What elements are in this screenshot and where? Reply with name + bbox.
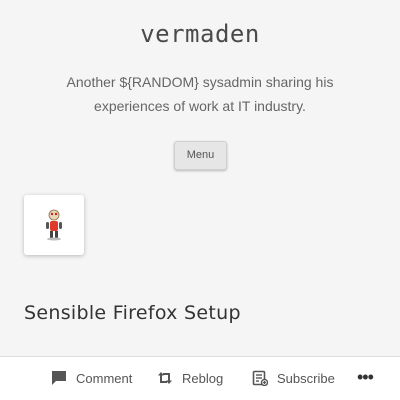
reblog-label: Reblog xyxy=(182,371,224,386)
action-bar: Comment Reblog Subscribe ••• xyxy=(0,356,400,400)
post-title[interactable]: Sensible Firefox Setup xyxy=(24,302,241,324)
reblog-button[interactable]: Reblog xyxy=(157,357,237,400)
reblog-icon xyxy=(158,372,172,384)
more-options-button[interactable]: ••• xyxy=(357,357,379,400)
avatar[interactable] xyxy=(24,195,84,255)
site-tagline: Another ${RANDOM} sysadmin sharing his e… xyxy=(66,74,334,114)
comment-button[interactable]: Comment xyxy=(51,357,141,400)
red-robot-mascot-icon xyxy=(46,209,62,241)
menu-button[interactable]: Menu xyxy=(174,141,227,170)
subscribe-icon xyxy=(252,370,268,386)
subscribe-button[interactable]: Subscribe xyxy=(252,357,347,400)
comment-icon xyxy=(52,371,66,385)
site-title[interactable]: vermaden xyxy=(0,20,400,48)
subscribe-label: Subscribe xyxy=(277,371,335,386)
comment-label: Comment xyxy=(76,371,133,386)
